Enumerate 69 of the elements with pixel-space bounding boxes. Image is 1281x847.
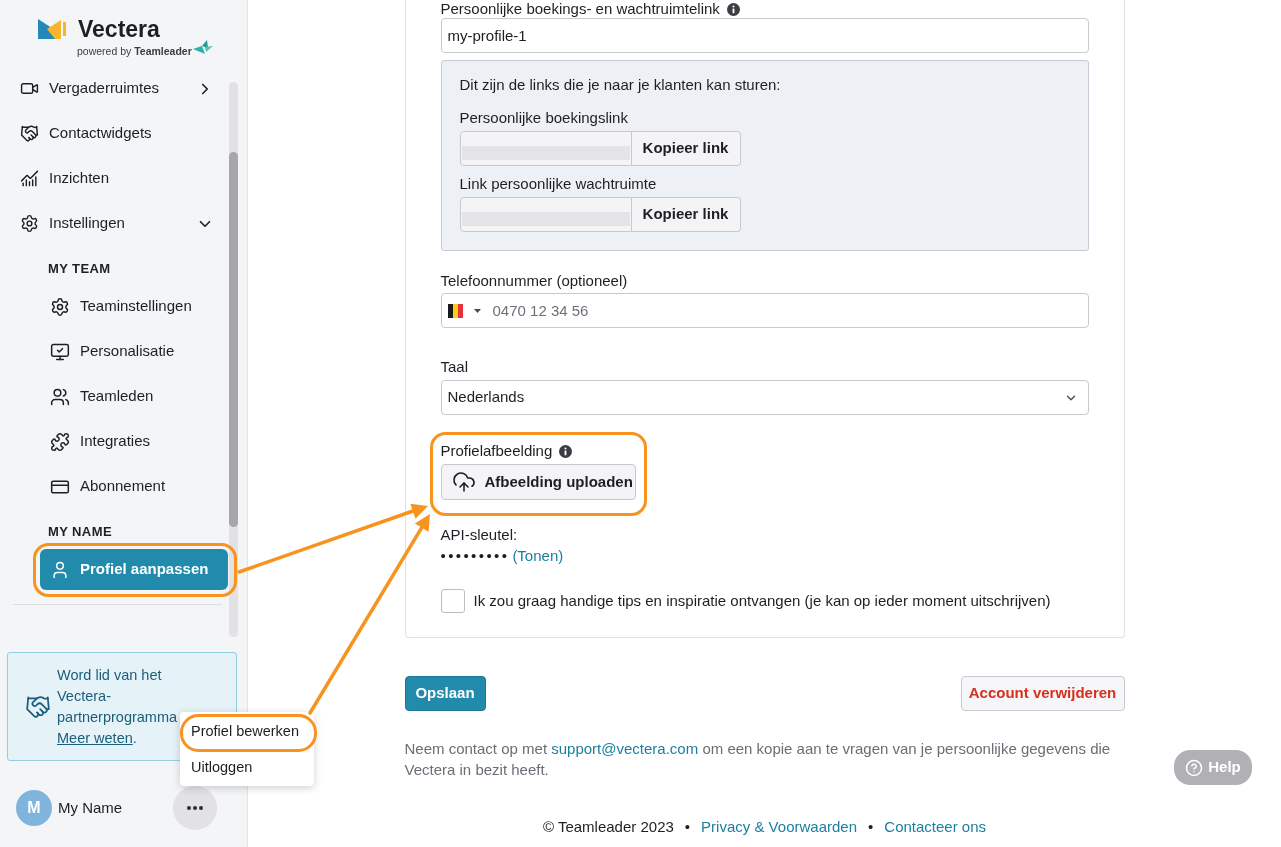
brand-tagline: powered by Teamleader [77,44,192,58]
nav-item[interactable]: Instellingen [0,201,229,246]
privacy-note: Neem contact op met support@vectera.com om een kopie aan te vragen van je persoonlijke gegevens die Vectera in bezit heeft. [404,739,1112,780]
nav-item[interactable]: Personalisatie [40,331,228,372]
newsletter-consent-label: Ik zou graag handige tips en inspiratie ontvangen (je kan op ieder moment uitschrijven) [473,590,1051,611]
panel-intro-text: Dit zijn de links die je naar je klanten kan sturen: [459,76,782,94]
scrollbar-thumb[interactable] [229,152,238,527]
nav-item[interactable]: Profiel aanpassen [40,549,228,590]
nav-item[interactable]: Integraties [40,421,228,462]
nav-item[interactable]: Abonnement [40,466,228,507]
footer-link[interactable]: Privacy & Voorwaarden [701,815,858,839]
field-label: Taal [440,358,469,376]
field-label: Persoonlijke boekingslink [459,109,629,127]
nav-item[interactable]: Contactwidgets [0,111,229,156]
field-label: API-sleutel: [440,526,519,544]
user-name: My Name [58,797,124,818]
menu-item[interactable]: Profiel bewerken [180,714,314,750]
more-button[interactable] [173,786,217,830]
nav-item[interactable]: Vergaderruimtes [0,66,229,111]
field-label: Persoonlijke boekings- en wachtruimtelink [440,0,720,18]
copy-link-button[interactable]: Kopieer link [631,197,741,232]
field-label: Profielafbeelding [440,442,553,460]
partner-promo-text: Word lid van het Vectera-partnerprogramma Meer weten. [57,665,179,748]
settings-icon [50,296,70,317]
country-picker[interactable] [447,303,481,318]
field-label: Link persoonlijke wachtruimte [459,175,658,193]
link-field[interactable] [459,131,632,166]
separator-dot: • [868,816,874,837]
learn-more-link[interactable]: Meer weten [57,729,133,746]
help-icon [1185,758,1204,777]
section-heading: MY TEAM [47,260,112,278]
save-button[interactable]: Opslaan [404,676,486,711]
booking-link-field[interactable]: my-profile-1 [440,18,1089,53]
caret-icon [473,308,481,313]
nav-item[interactable]: Teaminstellingen [40,286,228,327]
origami-bird-icon [192,40,213,54]
monitor-icon [50,341,70,362]
people-icon [50,386,70,407]
user-avatar: M [16,790,52,826]
info-icon [559,444,573,458]
cloud-upload-icon [451,470,476,494]
copy-link-button[interactable]: Kopieer link [631,131,741,166]
support-email-link[interactable]: support@vectera.com [551,740,699,757]
handshake-icon [25,693,51,720]
nav-item[interactable]: Inzichten [0,156,229,201]
handshake-icon [20,124,39,143]
separator-dot: • [684,816,691,837]
nav-item[interactable]: Teamleden [40,376,228,417]
bar-chart-icon [20,169,39,188]
menu-item[interactable]: Uitloggen [180,750,314,786]
copyright-text: © Teamleader 2023 [542,816,674,837]
phone-field[interactable]: 0470 12 34 56 [440,293,1089,328]
flag-icon [447,303,463,318]
person-icon [50,559,70,580]
delete-account-button[interactable]: Account verwijderen [960,676,1125,711]
section-heading: MY NAME [47,523,113,541]
language-select[interactable]: Nederlands [440,380,1089,415]
checkbox[interactable] [440,589,465,613]
field-label: Telefoonnummer (optioneel) [440,272,628,290]
footer-link[interactable]: Contacteer ons [884,815,987,839]
link-field[interactable] [459,197,632,232]
settings-icon [20,214,39,233]
logo-icon [38,19,68,39]
puzzle-icon [50,431,70,452]
ellipsis-icon [187,806,203,810]
masked-api-key: ••••••••• [440,544,510,568]
show-key-link[interactable]: (Tonen) [512,544,564,568]
brand-name: Vectera [78,17,160,41]
upload-image-button[interactable]: Afbeelding uploaden [440,464,636,500]
